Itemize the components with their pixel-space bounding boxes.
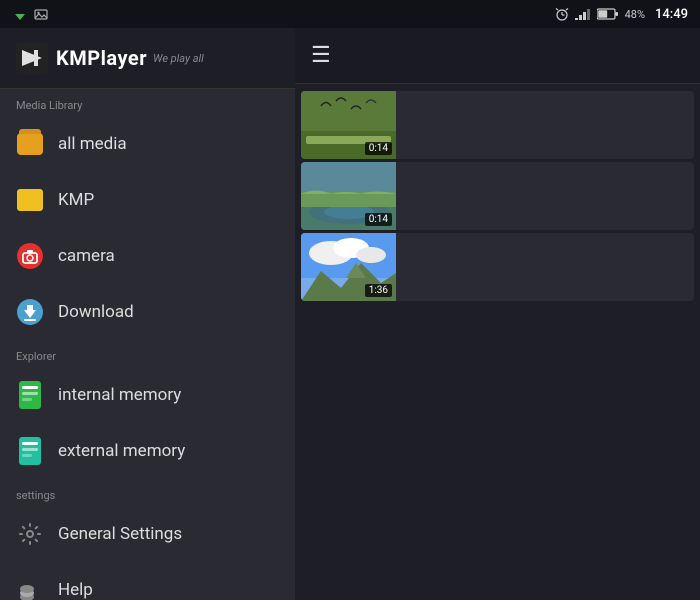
video-duration: 1:36 [365, 284, 392, 297]
signal-icon [575, 8, 591, 20]
battery-percent: 48% [625, 8, 645, 21]
download-label: Download [58, 302, 134, 322]
general-settings-label: General Settings [58, 524, 182, 544]
time-display: 14:49 [655, 7, 688, 22]
settings-section-label: settings [0, 479, 295, 506]
explorer-label: Explorer [0, 340, 295, 367]
sidebar-item-internal-memory[interactable]: internal memory [0, 367, 295, 423]
video-thumbnail: 1:36 [301, 233, 396, 301]
kmp-label: KMP [58, 190, 94, 210]
app-logo [16, 42, 48, 74]
video-duration: 0:14 [365, 213, 392, 226]
app-tagline: We play all [153, 52, 204, 65]
sidebar-item-general-settings[interactable]: General Settings [0, 506, 295, 562]
video-duration: 0:14 [365, 142, 392, 155]
right-panel-header: ☰ [295, 28, 700, 84]
help-icon [16, 576, 44, 600]
sidebar-item-download[interactable]: Download [0, 284, 295, 340]
video-thumbnail: 0:14 [301, 162, 396, 230]
wifi-icon [12, 8, 28, 20]
kmp-icon [16, 186, 44, 214]
external-memory-icon [16, 437, 44, 465]
sidebar-item-help[interactable]: Help [0, 562, 295, 600]
video-list: 0:14 0:14 [295, 84, 700, 600]
hamburger-menu-button[interactable]: ☰ [311, 43, 331, 68]
sidebar-item-kmp[interactable]: KMP [0, 172, 295, 228]
sidebar-item-camera[interactable]: camera [0, 228, 295, 284]
status-bar: 48% 14:49 [0, 0, 700, 28]
video-item[interactable]: 0:14 [301, 162, 694, 230]
right-panel: ☰ 0:14 [295, 28, 700, 600]
video-thumbnail: 0:14 [301, 91, 396, 159]
download-icon [16, 298, 44, 326]
status-left-icons [12, 8, 48, 20]
internal-memory-icon [16, 381, 44, 409]
media-library-label: Media Library [0, 89, 295, 116]
internal-memory-label: internal memory [58, 385, 181, 405]
help-label: Help [58, 580, 93, 600]
video-item[interactable]: 1:36 [301, 233, 694, 301]
sidebar: KMPlayer We play all Media Library all m… [0, 28, 295, 600]
alarm-icon [555, 7, 569, 21]
sidebar-header: KMPlayer We play all [0, 28, 295, 89]
video-item[interactable]: 0:14 [301, 91, 694, 159]
sidebar-item-all-media[interactable]: all media [0, 116, 295, 172]
app-name: KMPlayer [56, 46, 147, 70]
status-right-icons: 48% 14:49 [555, 7, 688, 22]
app-container: KMPlayer We play all Media Library all m… [0, 28, 700, 600]
image-icon [34, 8, 48, 20]
settings-icon [16, 520, 44, 548]
battery-icon [597, 8, 619, 20]
all-media-icon [16, 130, 44, 158]
sidebar-item-external-memory[interactable]: external memory [0, 423, 295, 479]
external-memory-label: external memory [58, 441, 185, 461]
all-media-label: all media [58, 134, 127, 154]
camera-icon [16, 242, 44, 270]
camera-label: camera [58, 246, 115, 266]
